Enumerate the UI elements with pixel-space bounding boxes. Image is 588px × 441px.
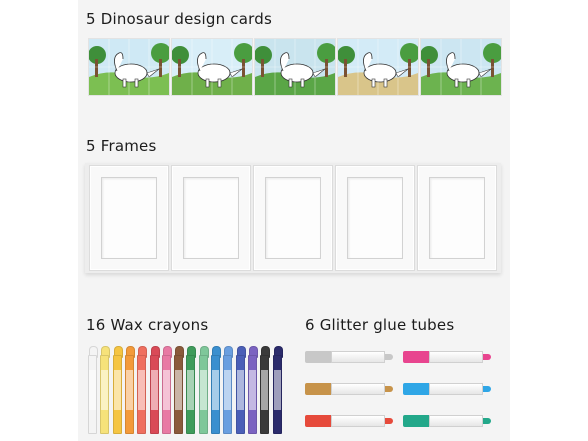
crayon <box>137 346 148 434</box>
dinosaur-card-3 <box>254 38 336 96</box>
glitter-glue-tube <box>403 350 491 364</box>
frame-opening <box>429 177 485 259</box>
glitter-glue-tube <box>305 414 393 428</box>
frame-opening <box>183 177 239 259</box>
crayon <box>198 346 209 434</box>
dinosaur-card-5 <box>420 38 502 96</box>
crayon <box>223 346 234 434</box>
glitter-glue-tube <box>403 414 491 428</box>
frame-5 <box>417 165 497 271</box>
crayon <box>161 346 172 434</box>
crayon <box>100 346 111 434</box>
frame-opening <box>347 177 403 259</box>
crayon <box>149 346 160 434</box>
frame-3 <box>253 165 333 271</box>
glue-heading: 6 Glitter glue tubes <box>305 316 455 334</box>
glitter-glue-tube <box>403 382 491 396</box>
frames-heading: 5 Frames <box>86 137 157 155</box>
frame-1 <box>89 165 169 271</box>
crayon <box>174 346 185 434</box>
dinosaur-card-2 <box>171 38 253 96</box>
frame-4 <box>335 165 415 271</box>
dinosaur-card-4 <box>337 38 419 96</box>
cards-heading: 5 Dinosaur design cards <box>86 10 272 28</box>
crayon <box>112 346 123 434</box>
crayon <box>88 346 98 434</box>
crayon <box>124 346 135 434</box>
crayon <box>211 346 221 434</box>
crayons-heading: 16 Wax crayons <box>86 316 209 334</box>
frame-opening <box>265 177 321 259</box>
crayon <box>260 346 271 434</box>
dinosaur-card-1 <box>88 38 170 96</box>
frame-opening <box>101 177 157 259</box>
crayon <box>247 346 258 434</box>
crayon <box>235 346 246 434</box>
glitter-glue-tube <box>305 382 393 396</box>
frame-2 <box>171 165 251 271</box>
crayon <box>272 346 283 434</box>
crayon <box>186 346 197 434</box>
glitter-glue-tube <box>305 350 393 364</box>
